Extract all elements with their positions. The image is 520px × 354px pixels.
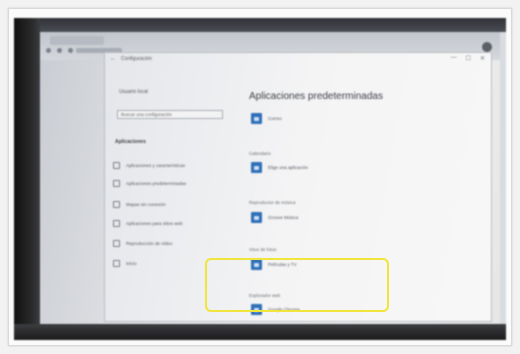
app-name: Correo <box>268 116 282 121</box>
mail-app-icon <box>251 113 262 124</box>
group-label-calendar: Calendario <box>249 151 271 156</box>
highlight-box <box>205 258 389 312</box>
sidebar-item-label: Aplicaciones predeterminadas <box>126 181 187 186</box>
minimize-icon[interactable]: — <box>451 55 457 62</box>
sidebar-item-startup[interactable]: Inicio <box>113 259 137 268</box>
group-label-music: Reproductor de música <box>249 200 296 205</box>
map-icon <box>113 201 120 208</box>
apps-list-icon <box>113 162 120 169</box>
default-app-music[interactable]: Groove Música <box>251 212 298 223</box>
screen-bezel-top <box>14 18 506 32</box>
default-apps-icon <box>113 180 120 187</box>
browser-profile-icon[interactable] <box>482 42 492 52</box>
back-icon[interactable] <box>46 48 51 53</box>
window-title: Configuración <box>121 56 152 62</box>
screen-bezel-left <box>14 18 40 340</box>
sidebar-item-label: Inicio <box>126 261 137 266</box>
sidebar-item-apps-features[interactable]: Aplicaciones y características <box>113 161 185 170</box>
music-app-icon <box>251 212 262 223</box>
window-controls: — ☐ ✕ <box>451 55 485 62</box>
group-label-photos: Visor de fotos <box>249 247 277 252</box>
startup-icon <box>113 260 120 267</box>
sidebar-item-default-apps[interactable]: Aplicaciones predeterminadas <box>113 179 186 188</box>
video-icon <box>113 240 120 247</box>
back-arrow-icon[interactable]: ← <box>110 56 116 62</box>
page-title: Aplicaciones predeterminadas <box>249 91 383 102</box>
calendar-app-icon <box>251 162 262 173</box>
browser-nav-buttons[interactable] <box>46 48 73 53</box>
browser-tab[interactable] <box>50 36 104 45</box>
sidebar-item-apps-websites[interactable]: Aplicaciones para sitios web <box>113 219 183 228</box>
sidebar-item-label: Mapas sin conexión <box>126 202 166 207</box>
app-name: Groove Música <box>268 215 299 220</box>
default-app-email[interactable]: Correo <box>251 113 282 124</box>
sidebar-item-label: Reproducción de vídeo <box>126 241 173 246</box>
sidebar-item-label: Aplicaciones para sitios web <box>126 221 183 226</box>
sidebar-item-label: Aplicaciones y características <box>126 163 186 168</box>
settings-titlebar: ← Configuración — ☐ ✕ <box>105 53 491 67</box>
app-name: Elige una aplicación <box>268 165 309 170</box>
sidebar-item-offline-maps[interactable]: Mapas sin conexión <box>113 200 166 209</box>
search-input[interactable]: Buscar una configuración <box>117 110 223 119</box>
profile-name: Usuario local <box>119 89 148 95</box>
default-app-calendar[interactable]: Elige una aplicación <box>251 162 308 173</box>
screen-bezel-bottom <box>14 324 506 340</box>
forward-icon[interactable] <box>57 48 62 53</box>
sidebar-section-title: Aplicaciones <box>115 139 146 145</box>
reload-icon[interactable] <box>68 48 73 53</box>
link-icon <box>113 220 120 227</box>
maximize-icon[interactable]: ☐ <box>466 55 471 62</box>
sidebar-item-video-playback[interactable]: Reproducción de vídeo <box>113 239 172 248</box>
close-icon[interactable]: ✕ <box>480 55 485 62</box>
